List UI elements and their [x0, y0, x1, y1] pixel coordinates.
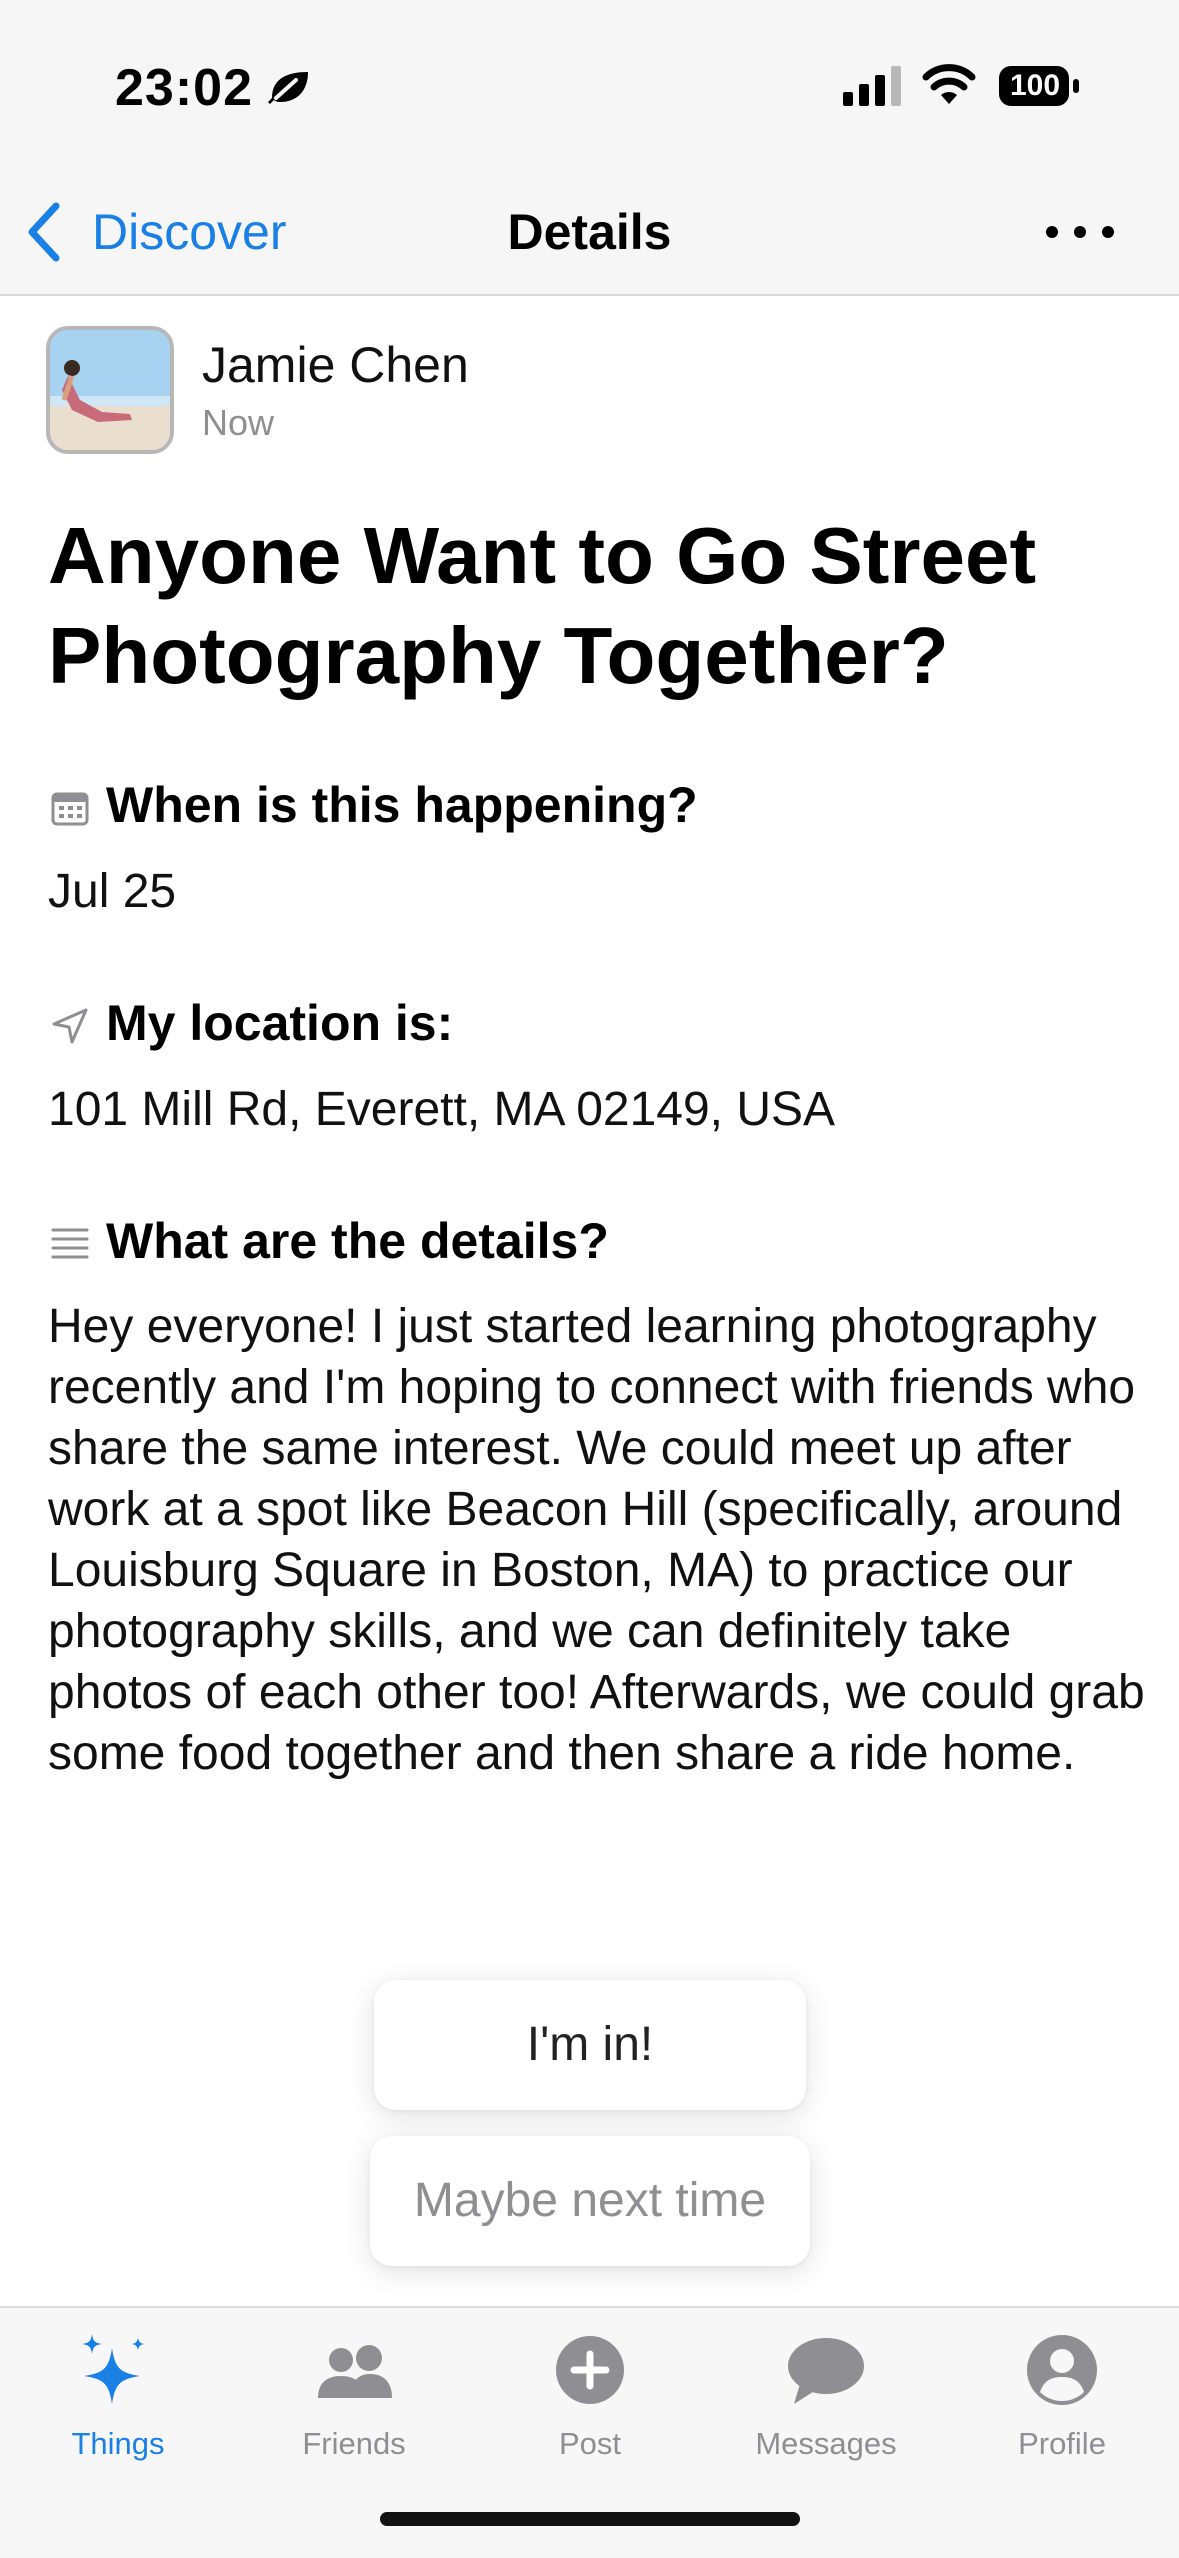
wifi-icon: [922, 64, 976, 104]
plus-circle-icon: [556, 2336, 624, 2404]
tab-label: Profile: [1018, 2426, 1106, 2461]
post-title: Anyone Want to Go Street Photography Tog…: [48, 511, 1037, 700]
tab-label: Things: [71, 2426, 165, 2461]
tab-things[interactable]: Things: [0, 2308, 236, 2468]
navigation-bar: Discover Details: [0, 170, 1179, 296]
sparkles-icon: [82, 2334, 144, 2404]
location-value[interactable]: 101 Mill Rd, Everett, MA 02149, USA: [48, 1082, 835, 1137]
tab-label: Friends: [302, 2426, 406, 2461]
author-name[interactable]: Jamie Chen: [202, 336, 469, 394]
page-title: Details: [507, 204, 672, 260]
chat-bubble-icon: [788, 2338, 864, 2404]
tab-friends[interactable]: Friends: [236, 2308, 472, 2468]
tab-post[interactable]: Post: [472, 2308, 708, 2468]
more-options-icon[interactable]: [1040, 210, 1120, 254]
post-timestamp: Now: [202, 402, 275, 443]
when-heading: When is this happening?: [106, 777, 698, 833]
home-indicator[interactable]: [380, 2512, 800, 2526]
location-heading: My location is:: [106, 995, 454, 1051]
details-body: Hey everyone! I just started learning ph…: [48, 1300, 1145, 1780]
status-bar: 23:02 100: [0, 0, 1179, 170]
person-circle-icon: [1027, 2335, 1097, 2405]
people-icon: [318, 2345, 392, 2398]
tab-profile[interactable]: Profile: [944, 2308, 1179, 2468]
calendar-icon: [51, 792, 89, 826]
text-lines-icon: [51, 1228, 89, 1259]
status-time: 23:02: [115, 59, 253, 117]
tab-messages[interactable]: Messages: [708, 2308, 944, 2468]
details-heading: What are the details?: [106, 1213, 609, 1269]
location-arrow-icon: [52, 1008, 88, 1044]
avatar[interactable]: [46, 326, 174, 454]
maybe-next-time-button[interactable]: Maybe next time: [370, 2136, 810, 2266]
im-in-button[interactable]: I'm in!: [374, 1980, 806, 2110]
tab-label: Messages: [755, 2426, 897, 2461]
focus-leaf-icon: [268, 72, 308, 104]
battery-level: 100: [1009, 69, 1061, 102]
tab-label: Post: [558, 2426, 622, 2461]
avatar-photo: [50, 330, 170, 450]
cellular-signal-icon: [843, 66, 901, 106]
when-value: Jul 25: [48, 865, 177, 918]
